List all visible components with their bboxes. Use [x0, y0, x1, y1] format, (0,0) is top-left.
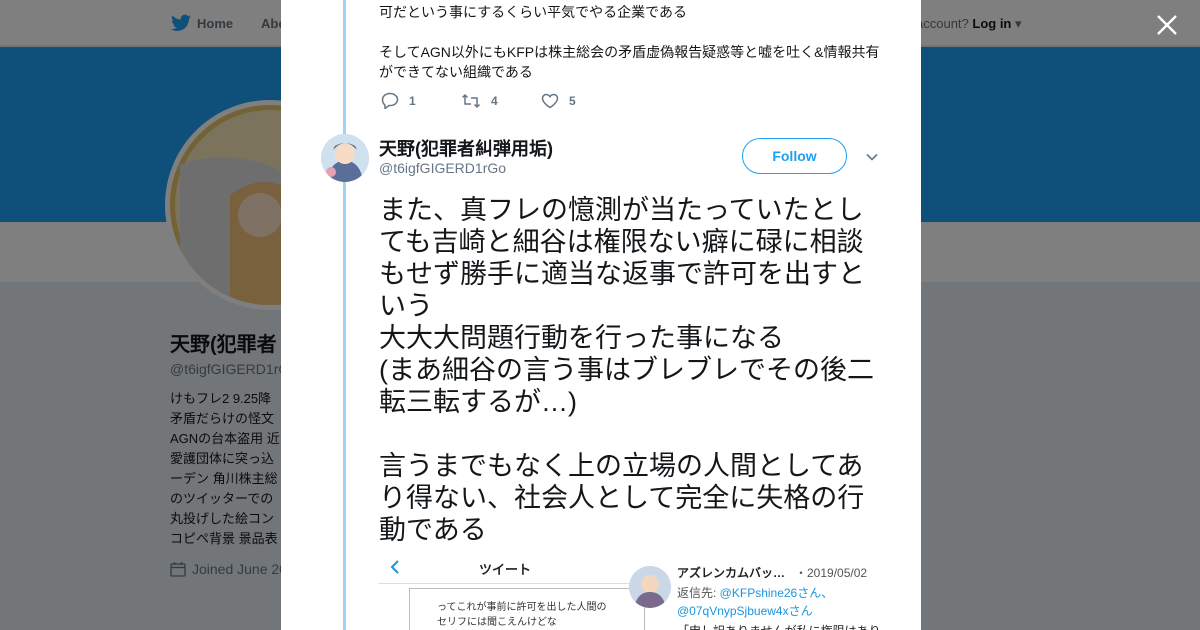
- follow-button[interactable]: Follow: [742, 138, 847, 174]
- tweet-author-avatar[interactable]: [321, 134, 369, 182]
- like-button[interactable]: 5: [541, 92, 621, 109]
- author-avatar-illustration: [321, 134, 369, 182]
- retweet-button[interactable]: 4: [461, 92, 541, 109]
- reply-handle-1: @KFPshine26さん、: [719, 586, 834, 600]
- reply-prefix: 返信先:: [677, 586, 720, 600]
- heart-icon: [541, 93, 559, 108]
- reply-count: 1: [409, 93, 416, 108]
- image-account-name: アズレンカムバッ…: [677, 566, 786, 580]
- close-icon[interactable]: [1154, 12, 1180, 38]
- image-divider: [379, 583, 649, 584]
- retweet-icon: [461, 93, 481, 108]
- tweet-thread-modal: 可だという事にするくらい平気でやる企業である そしてAGN以外にもKFPは株主総…: [281, 0, 921, 630]
- back-arrow-icon: [390, 560, 399, 574]
- reply-button[interactable]: 1: [381, 92, 461, 109]
- image-left-pane: ツイート ってこれが事前に許可を出した人間の セリフには聞こえんけどな: [379, 556, 649, 630]
- tweet-text: また、真フレの憶測が当たっていたとしても吉崎と細谷は権限ない癖に碌に相談もせず勝…: [379, 195, 874, 545]
- retweet-count: 4: [491, 93, 498, 108]
- image-post-date: ・2019/05/02: [795, 566, 868, 580]
- tweet-author-handle[interactable]: @t6igfGIGERD1rGo: [379, 160, 506, 176]
- reply-handle-2: @07qVnypSjbuew4xさん: [677, 604, 813, 618]
- like-count: 5: [569, 93, 576, 108]
- image-header-title: ツイート: [479, 562, 532, 577]
- tweet-attached-image[interactable]: ツイート ってこれが事前に許可を出した人間の セリフには聞こえんけどな アズレン…: [379, 556, 881, 630]
- image-right-pane: アズレンカムバッ… ・2019/05/02 返信先: @KFPshine26さん…: [629, 556, 881, 630]
- chevron-down-icon[interactable]: [865, 150, 879, 164]
- quoted-tweet-text: ってこれが事前に許可を出した人間の セリフには聞こえんけどな: [437, 602, 607, 628]
- thread-connector-line: [343, 0, 346, 630]
- image-reply-to: 返信先: @KFPshine26さん、 @07qVnypSjbuew4xさん: [677, 584, 833, 620]
- image-account-avatar: [629, 566, 671, 608]
- image-text-snippet: 「申し訳ありませんが私に権限はあり: [677, 622, 881, 630]
- previous-tweet-text: 可だという事にするくらい平気でやる企業である そしてAGN以外にもKFPは株主総…: [379, 4, 880, 80]
- reply-icon: [381, 92, 399, 109]
- tweet-author-name[interactable]: 天野(犯罪者糾弾用垢): [379, 135, 553, 161]
- previous-tweet-actions: 1 4 5: [381, 92, 621, 109]
- mini-avatar-illustration: [629, 566, 671, 608]
